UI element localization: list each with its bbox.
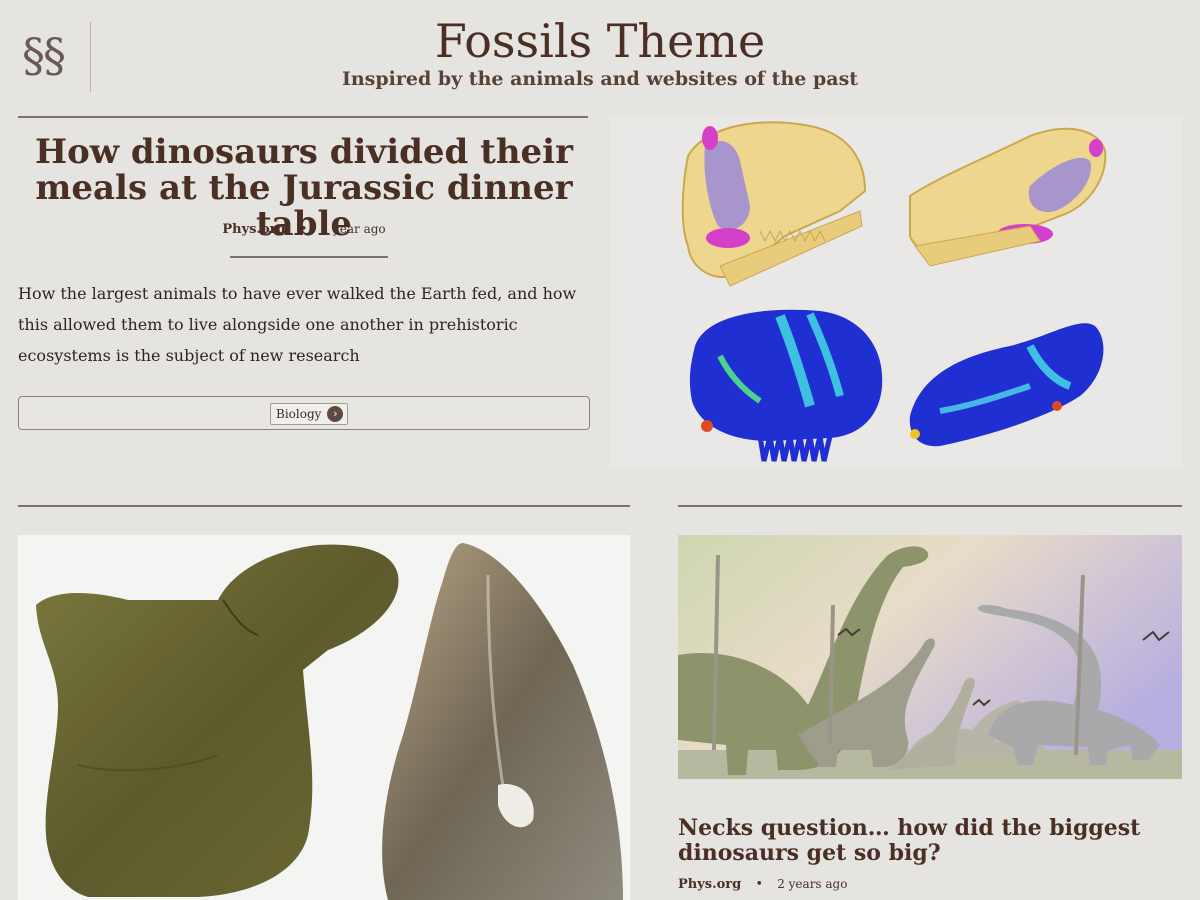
article-time: 1 year ago xyxy=(321,222,386,236)
featured-article-meta: Phys.org • 1 year ago xyxy=(18,222,590,237)
featured-article-image[interactable] xyxy=(610,116,1182,468)
article-source[interactable]: Phys.org xyxy=(678,877,741,892)
necks-article-image[interactable] xyxy=(678,535,1182,779)
chevron-right-icon: › xyxy=(327,406,344,422)
meta-separator: • xyxy=(299,222,308,237)
fea-skull-bottom-right xyxy=(909,323,1104,447)
meta-underline xyxy=(230,256,388,258)
necks-article-meta: Phys.org • 2 years ago xyxy=(678,877,847,892)
fossil-tooth xyxy=(382,543,623,900)
tag-biology[interactable]: Biology › xyxy=(270,403,349,425)
site-title[interactable]: Fossils Theme xyxy=(0,14,1200,68)
skull-illustration-top-right xyxy=(909,127,1107,267)
article-source[interactable]: Phys.org xyxy=(222,222,285,237)
card-fossil-top-rule xyxy=(18,505,630,507)
card-necks-top-rule xyxy=(678,505,1182,507)
site-tagline: Inspired by the animals and websites of … xyxy=(341,68,859,90)
fea-skull-bottom-left xyxy=(689,309,883,462)
necks-article-title[interactable]: Necks question… how did the biggest dino… xyxy=(678,816,1188,866)
skull-illustration-top-left xyxy=(681,121,867,287)
featured-top-rule xyxy=(18,116,588,118)
featured-article-excerpt: How the largest animals to have ever wal… xyxy=(18,284,577,365)
meta-separator: • xyxy=(755,877,764,892)
tag-bar: Biology › xyxy=(18,396,590,430)
fossil-bone xyxy=(36,544,399,897)
article-time: 2 years ago xyxy=(777,877,848,891)
fossil-article-image[interactable] xyxy=(18,535,630,900)
tag-label: Biology xyxy=(276,407,322,421)
